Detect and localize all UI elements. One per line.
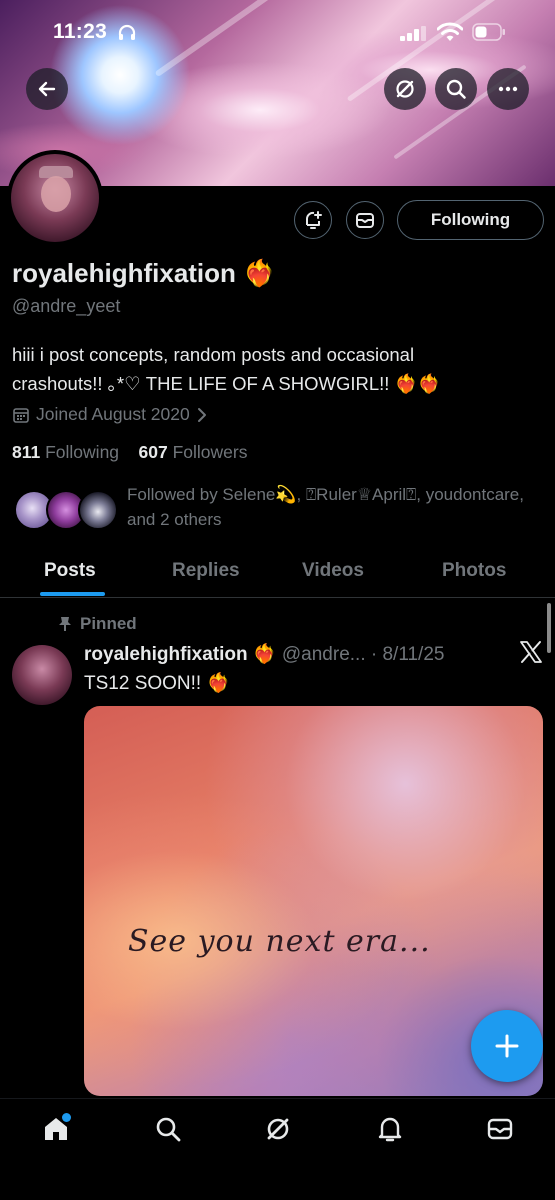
profile-handle: @andre_yeet xyxy=(12,296,121,316)
profile-avatar[interactable] xyxy=(7,150,103,246)
status-time: 11:23 xyxy=(53,20,108,43)
profile-bio: hiii i post concepts, random posts and o… xyxy=(12,340,542,398)
post-author-emoji: ❤️‍🔥 xyxy=(252,644,277,665)
status-bar: 11:23 xyxy=(0,18,555,48)
post-author-handle[interactable]: @andre... xyxy=(282,644,366,665)
followed-by-text[interactable]: Followed by Selene💫, ⍰Ruler♕April⍰, youd… xyxy=(127,482,537,532)
pinned-label: Pinned xyxy=(80,614,137,633)
following-stat[interactable]: 811 Following xyxy=(12,442,119,462)
scrollbar[interactable] xyxy=(547,603,551,653)
post-author-avatar[interactable] xyxy=(12,645,72,705)
compose-post-button[interactable] xyxy=(471,1010,543,1082)
calendar-icon xyxy=(13,407,29,423)
tab-photos[interactable]: Photos xyxy=(442,560,506,582)
post-header: royalehighfixation ❤️‍🔥 @andre... · 8/11… xyxy=(84,642,444,666)
x-logo-icon[interactable] xyxy=(519,640,543,664)
tab-videos[interactable]: Videos xyxy=(302,560,364,582)
profile-tabs: Posts Replies Videos Photos xyxy=(0,548,555,598)
follower-avatar[interactable] xyxy=(78,490,118,530)
followers-label: Followers xyxy=(172,442,248,462)
search-icon xyxy=(446,79,466,99)
joined-date[interactable]: Joined August 2020 xyxy=(12,404,208,425)
cellular-signal-icon xyxy=(400,26,426,41)
more-button[interactable] xyxy=(487,68,529,110)
following-button[interactable]: Following xyxy=(397,200,544,240)
grok-icon xyxy=(396,80,414,98)
more-icon xyxy=(498,86,518,92)
wifi-icon xyxy=(437,22,463,41)
followers-count: 607 xyxy=(138,442,168,462)
messages-nav-icon xyxy=(487,1118,513,1140)
notifications-icon xyxy=(378,1117,402,1142)
search-button[interactable] xyxy=(435,68,477,110)
back-button[interactable] xyxy=(26,68,68,110)
post-text: TS12 SOON!! ❤️‍🔥 xyxy=(84,673,231,694)
nav-notifications[interactable] xyxy=(370,1109,410,1149)
back-arrow-icon xyxy=(38,81,56,97)
tab-replies[interactable]: Replies xyxy=(172,560,240,582)
message-button[interactable] xyxy=(346,201,384,239)
pinned-indicator: Pinned xyxy=(58,614,137,634)
pin-icon xyxy=(59,617,71,631)
grok-button[interactable] xyxy=(384,68,426,110)
bio-line-1: hiii i post concepts, random posts and o… xyxy=(12,344,415,365)
explore-icon xyxy=(156,1117,181,1142)
grok-nav-icon xyxy=(267,1118,289,1140)
follow-stats: 811 Following 607 Followers xyxy=(12,442,247,463)
nav-explore[interactable] xyxy=(148,1109,188,1149)
chevron-right-icon xyxy=(197,407,206,422)
joined-text: Joined August 2020 xyxy=(36,404,190,424)
display-name-text: royalehighfixation xyxy=(12,258,236,288)
battery-icon xyxy=(472,23,505,41)
following-label: Following xyxy=(45,442,120,462)
nav-messages[interactable] xyxy=(480,1109,520,1149)
notification-subscribe-button[interactable] xyxy=(294,201,332,239)
nav-grok[interactable] xyxy=(258,1109,298,1149)
bottom-navigation xyxy=(0,1098,555,1200)
add-notification-icon xyxy=(305,211,322,229)
display-name-emoji: ❤️‍🔥 xyxy=(243,258,276,288)
post-author-name[interactable]: royalehighfixation xyxy=(84,644,248,665)
display-name: royalehighfixation ❤️‍🔥 xyxy=(12,258,276,289)
tab-posts[interactable]: Posts xyxy=(44,560,96,582)
following-count: 811 xyxy=(12,442,41,462)
home-notification-dot xyxy=(62,1113,71,1122)
nav-home[interactable] xyxy=(36,1109,76,1149)
post-date: · 8/11/25 xyxy=(370,644,445,665)
bio-line-2: crashouts!! ｡*♡ THE LIFE OF A SHOWGIRL!!… xyxy=(12,373,441,394)
plus-icon xyxy=(495,1034,519,1058)
followers-stat[interactable]: 607 Followers xyxy=(139,442,248,462)
active-tab-indicator xyxy=(40,592,105,596)
post-image-caption: See you next era... xyxy=(128,924,431,959)
message-icon xyxy=(356,213,374,228)
headphones-icon xyxy=(118,24,136,40)
